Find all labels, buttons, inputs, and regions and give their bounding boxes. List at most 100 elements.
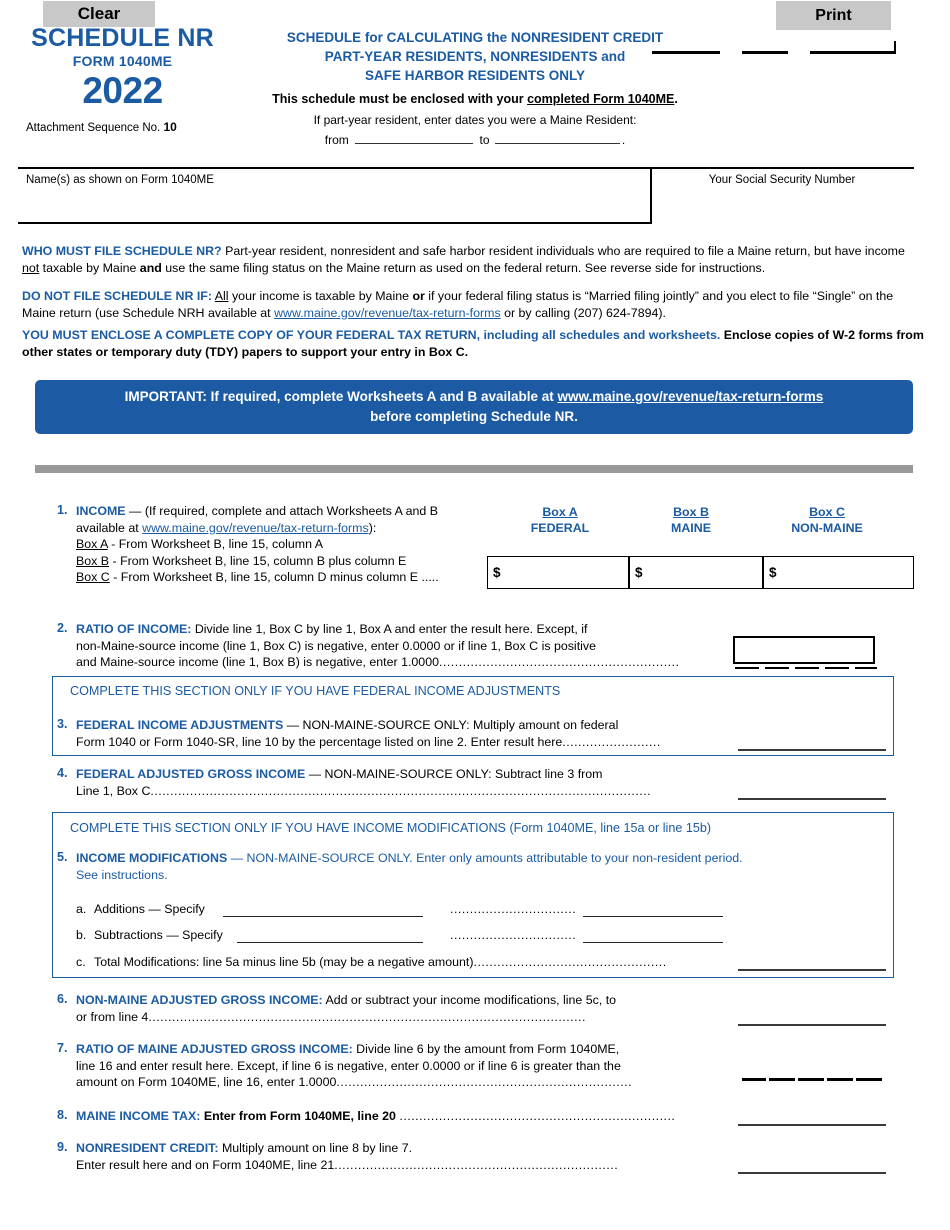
ssn-input-part-3[interactable] (810, 51, 896, 54)
line-4-amount-input[interactable] (738, 798, 886, 800)
line-5b-specify-input[interactable] (237, 942, 423, 944)
line-5c-label: c. (76, 955, 86, 969)
enclosure-notice: This schedule must be enclosed with your… (245, 88, 705, 110)
line-5c-text: Total Modifications: line 5a minus line … (94, 954, 667, 971)
column-header-box-c-top: Box C (809, 505, 845, 519)
line-9-text-1: Multiply amount on line 8 by line 7. (218, 1141, 413, 1155)
enclosure-notice-suffix: . (674, 92, 678, 106)
who-must-file-paragraph: WHO MUST FILE SCHEDULE NR? Part-year res… (22, 243, 924, 276)
line-7-decimal-seg-4[interactable] (827, 1078, 853, 1082)
line-2-decimal-seg-3 (795, 667, 819, 669)
line-8-amount-input[interactable] (738, 1124, 886, 1126)
line-2-text: RATIO OF INCOME: Divide line 1, Box C by… (76, 621, 736, 671)
form-title-line-2: PART-YEAR RESIDENTS, NONRESIDENTS and (324, 49, 626, 64)
line-7-decimal-seg-1[interactable] (742, 1078, 766, 1082)
line-1-box-a-input[interactable]: $ (488, 557, 628, 588)
line-1-text-2-suffix: ): (368, 520, 377, 535)
do-not-file-text-a: your income is taxable by Maine (228, 289, 413, 303)
line-5-number: 5. (57, 850, 68, 864)
who-must-file-text-b: taxable by Maine (39, 260, 140, 275)
line-9-text-2: Enter result here and on Form 1040ME, li… (76, 1157, 335, 1172)
ssn-input-part-2[interactable] (742, 51, 788, 54)
column-header-box-a: Box A FEDERAL (495, 504, 625, 536)
line-6-title: NON-MAINE ADJUSTED GROSS INCOME: (76, 993, 323, 1007)
line-2-text-2: non-Maine-source income (line 1, Box C) … (76, 638, 596, 653)
line-3-text-1: — NON-MAINE-SOURCE ONLY: Multiply amount… (283, 718, 619, 732)
schedule-title: SCHEDULE NR (31, 24, 214, 52)
line-2-ratio-input[interactable] (733, 636, 875, 664)
line-2-decimal-seg-1 (735, 667, 759, 669)
line-5b-dots: ................................ (450, 928, 577, 942)
line-2-decimal-seg-2 (765, 667, 789, 669)
to-label: to (479, 133, 490, 147)
line-4-text-1: — NON-MAINE-SOURCE ONLY: Subtract line 3… (305, 767, 603, 781)
line-1-box-b-desc: - From Worksheet B, line 15, column B pl… (109, 553, 407, 568)
line-5a-specify-input[interactable] (223, 916, 423, 918)
do-not-file-text-c: or by calling (207) 624-7894). (500, 305, 666, 320)
line-5-title: INCOME MODIFICATIONS (76, 851, 228, 865)
completed-form-1040me-text: completed Form 1040ME (527, 92, 675, 106)
attachment-sequence: Attachment Sequence No. 10 (26, 120, 177, 134)
do-not-file-heading: DO NOT FILE SCHEDULE NR IF: (22, 289, 212, 303)
worksheets-link-line-1[interactable]: www.maine.gov/revenue/tax-return-forms (142, 521, 369, 535)
line-6-amount-input[interactable] (738, 1024, 886, 1026)
identity-top-rule (18, 167, 914, 169)
line-2-number: 2. (57, 621, 68, 635)
line-3-text-2: Form 1040 or Form 1040-SR, line 10 by th… (76, 734, 563, 749)
line-2-decimal-seg-4 (825, 667, 849, 669)
line-9-amount-input[interactable] (738, 1172, 886, 1174)
who-must-file-text-c: use the same filing status on the Maine … (161, 260, 766, 275)
line-1-box-c-input[interactable]: $ (764, 557, 912, 588)
ssn-input-part-1[interactable] (652, 51, 720, 54)
line-9-text: NONRESIDENT CREDIT: Multiply amount on l… (76, 1140, 756, 1173)
currency-symbol-a: $ (493, 565, 501, 580)
line-3-number: 3. (57, 717, 68, 731)
form-title-line-1: SCHEDULE for CALCULATING the NONRESIDENT… (286, 30, 664, 45)
part-year-note: If part-year resident, enter dates you w… (313, 113, 637, 127)
line-4-title: FEDERAL ADJUSTED GROSS INCOME (76, 767, 306, 781)
line-8-dots: ........................................… (399, 1109, 676, 1123)
nrh-forms-link[interactable]: www.maine.gov/revenue/tax-return-forms (274, 306, 501, 320)
name-field-label: Name(s) as shown on Form 1040ME (26, 174, 214, 186)
form-identity-block: SCHEDULE NR FORM 1040ME 2022 (0, 24, 245, 112)
line-1-box-c-label: Box C (76, 570, 110, 584)
line-7-decimal-seg-3[interactable] (798, 1078, 824, 1082)
identity-block: Name(s) as shown on Form 1040ME Your Soc… (18, 167, 914, 224)
column-header-box-c-bottom: NON-MAINE (791, 521, 863, 535)
line-1-title: INCOME (76, 504, 126, 518)
line-5c-description: Total Modifications: line 5a minus line … (94, 955, 474, 969)
line-3-text: FEDERAL INCOME ADJUSTMENTS — NON-MAINE-S… (76, 717, 756, 750)
line-1-box-b-input[interactable]: $ (630, 557, 762, 588)
form-title-block: SCHEDULE for CALCULATING the NONRESIDENT… (245, 28, 705, 150)
line-1-text: INCOME — (If required, complete and atta… (76, 503, 486, 586)
print-button[interactable]: Print (776, 1, 891, 30)
worksheets-forms-link[interactable]: www.maine.gov/revenue/tax-return-forms (558, 389, 824, 404)
residency-to-input[interactable] (494, 131, 620, 144)
line-1-amount-row: $ $ $ (487, 556, 914, 589)
line-7-text: RATIO OF MAINE ADJUSTED GROSS INCOME: Di… (76, 1041, 766, 1091)
who-must-file-and: and (139, 260, 162, 275)
who-must-file-not: not (22, 260, 40, 275)
residency-from-input[interactable] (355, 131, 474, 144)
enclosure-notice-prefix: This schedule must be enclosed with your (272, 92, 528, 106)
line-8-text: MAINE INCOME TAX: Enter from Form 1040ME… (76, 1108, 756, 1125)
currency-symbol-c: $ (769, 565, 777, 580)
line-8-number: 8. (57, 1108, 68, 1122)
line-7-decimal-seg-2[interactable] (769, 1078, 795, 1082)
line-3-title: FEDERAL INCOME ADJUSTMENTS (76, 718, 284, 732)
section-divider-bar (35, 465, 913, 473)
line-5c-dots: ........................................… (473, 955, 667, 969)
line-5b-text: Subtractions — Specify (94, 928, 223, 942)
line-5a-amount-input[interactable] (583, 916, 723, 918)
line-7-text-3: amount on Form 1040ME, line 16, enter 1.… (76, 1075, 337, 1089)
line-2-title: RATIO OF INCOME: (76, 622, 192, 636)
line-5b-amount-input[interactable] (583, 942, 723, 944)
column-header-box-c: Box C NON-MAINE (762, 504, 892, 536)
name-input[interactable] (26, 193, 636, 219)
line-5c-amount-input[interactable] (738, 969, 886, 971)
ssn-right-tick (894, 41, 896, 53)
line-7-title: RATIO OF MAINE ADJUSTED GROSS INCOME: (76, 1042, 353, 1056)
line-3-amount-input[interactable] (738, 749, 886, 751)
line-1-box-a-desc: - From Worksheet B, line 15, column A (107, 537, 324, 551)
line-7-decimal-seg-5[interactable] (856, 1078, 882, 1082)
